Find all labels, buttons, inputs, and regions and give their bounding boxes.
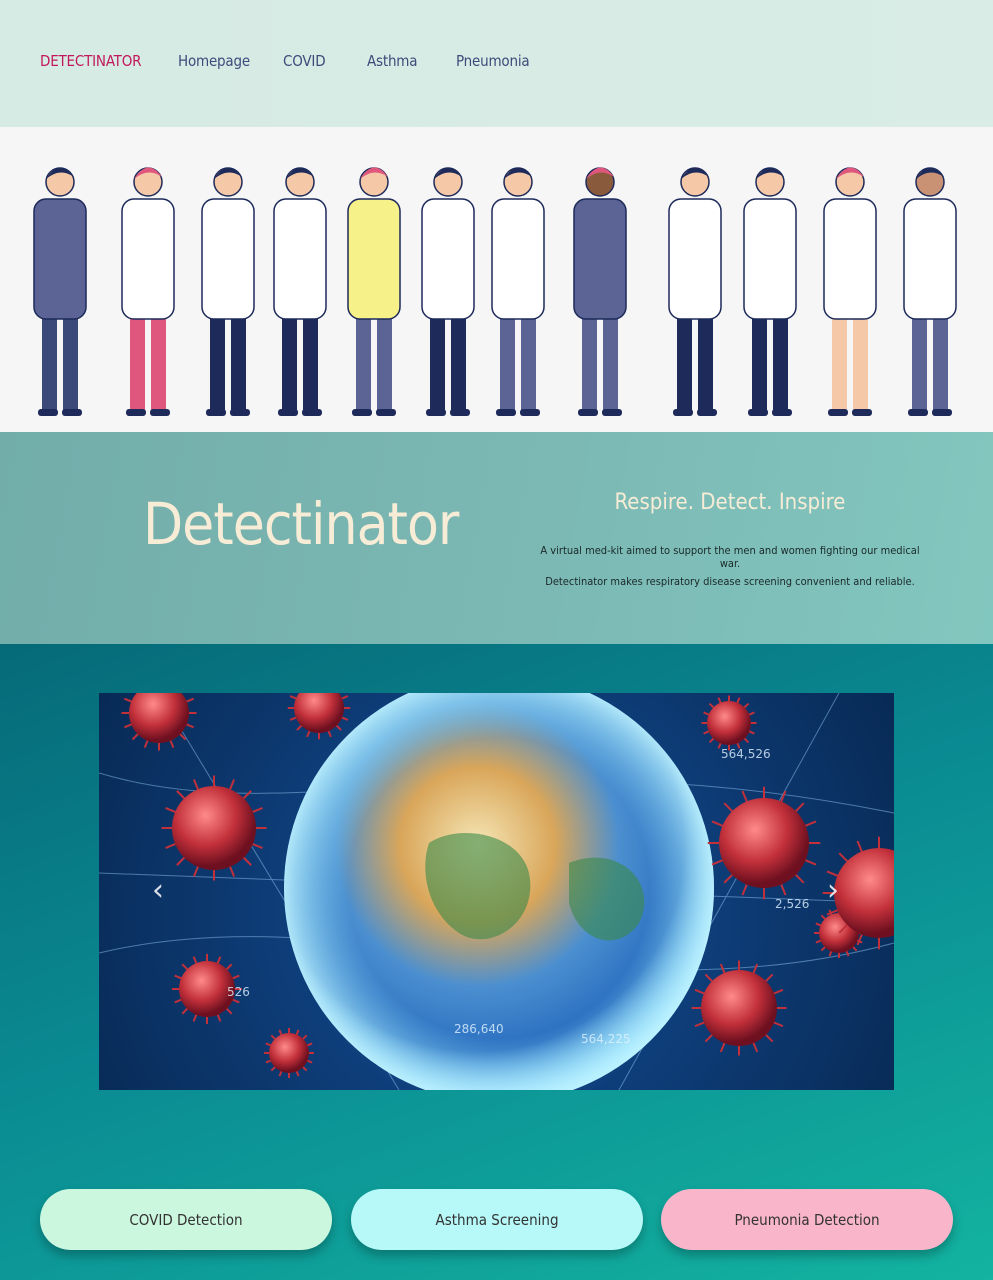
navbar: DETECTINATOR Homepage COVID Asthma Pneum… bbox=[0, 0, 993, 127]
image-carousel[interactable]: 564,526 526 286,640 564,225 2,526 ‹ › bbox=[99, 693, 894, 1090]
team-member-figure bbox=[421, 167, 475, 416]
covid-detection-button[interactable]: COVID Detection bbox=[40, 1189, 332, 1250]
nav-link-covid[interactable]: COVID bbox=[283, 52, 326, 70]
overlay-number-3: 286,640 bbox=[454, 1022, 504, 1036]
medical-team-illustration bbox=[0, 127, 993, 432]
team-member-figure bbox=[573, 167, 627, 416]
team-member-figure bbox=[668, 167, 722, 416]
overlay-number-1: 564,526 bbox=[721, 747, 771, 761]
intro-section: Detectinator Respire. Detect. Inspire A … bbox=[0, 432, 993, 644]
description-line-2: Detectinator makes respiratory disease s… bbox=[545, 575, 915, 588]
overlay-number-4: 564,225 bbox=[581, 1032, 631, 1046]
chevron-right-icon[interactable]: › bbox=[823, 873, 843, 909]
virus-shape bbox=[161, 775, 267, 881]
team-member-figure bbox=[347, 167, 401, 416]
team-member-figure bbox=[33, 167, 87, 416]
team-member-figure bbox=[743, 167, 797, 416]
nav-link-pneumonia[interactable]: Pneumonia bbox=[456, 52, 530, 70]
globe-virus-image: 564,526 526 286,640 564,225 2,526 bbox=[99, 693, 894, 1090]
team-member-figure bbox=[201, 167, 255, 416]
nav-link-asthma[interactable]: Asthma bbox=[367, 52, 418, 70]
overlay-number-5: 2,526 bbox=[775, 897, 809, 911]
page-title: Detectinator bbox=[143, 490, 459, 558]
virus-shape bbox=[121, 693, 197, 751]
description-line-1: A virtual med-kit aimed to support the m… bbox=[540, 544, 920, 570]
tagline: Respire. Detect. Inspire bbox=[614, 490, 846, 515]
team-member-figure bbox=[823, 167, 877, 416]
virus-shape bbox=[707, 786, 821, 900]
brand-link[interactable]: DETECTINATOR bbox=[40, 52, 142, 70]
virus-shape bbox=[701, 695, 757, 751]
nav-link-homepage[interactable]: Homepage bbox=[178, 52, 250, 70]
team-member-figure bbox=[121, 167, 175, 416]
team-member-figure bbox=[903, 167, 957, 416]
virus-shape bbox=[691, 960, 787, 1056]
asthma-screening-button[interactable]: Asthma Screening bbox=[351, 1189, 643, 1250]
main-section: 564,526 526 286,640 564,225 2,526 ‹ › CO… bbox=[0, 644, 993, 1280]
team-member-figure bbox=[491, 167, 545, 416]
overlay-number-2: 526 bbox=[227, 985, 250, 999]
chevron-left-icon[interactable]: ‹ bbox=[148, 873, 168, 909]
team-member-figure bbox=[273, 167, 327, 416]
virus-shape bbox=[287, 693, 351, 740]
virus-shape bbox=[264, 1028, 314, 1078]
medical-team-svg bbox=[33, 167, 957, 416]
pneumonia-detection-button[interactable]: Pneumonia Detection bbox=[661, 1189, 953, 1250]
